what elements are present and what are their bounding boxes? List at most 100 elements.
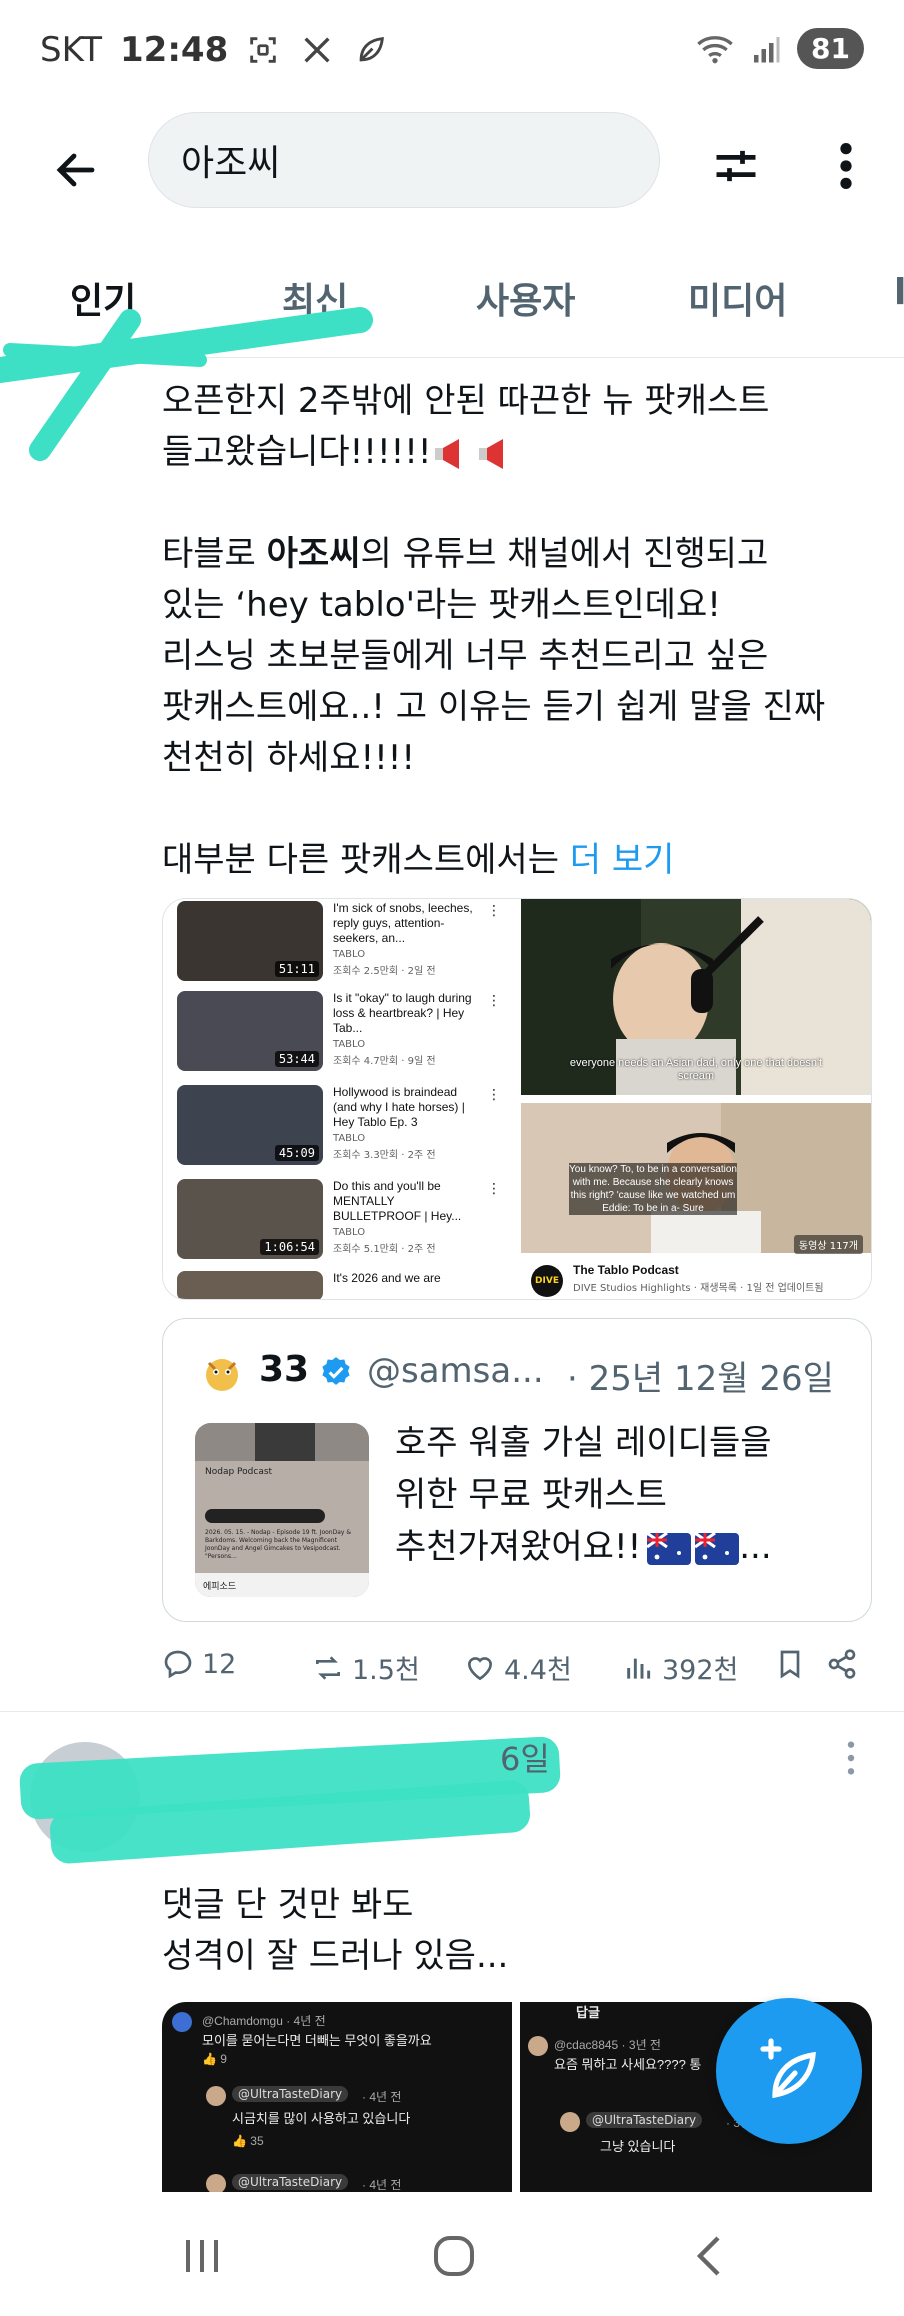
repost-icon <box>316 1655 340 1680</box>
post-1-media-grid[interactable]: 51:11 I'm sick of snobs, leeches, reply … <box>162 898 872 1300</box>
reply-icon <box>164 1650 192 1679</box>
bookmark-button[interactable] <box>774 1648 806 1680</box>
quote-avatar <box>206 1359 238 1391</box>
media-video-still[interactable]: everyone needs an Asian dad, only one th… <box>521 899 871 1099</box>
share-icon <box>828 1649 856 1679</box>
filter-button[interactable] <box>700 130 772 202</box>
comment-likes: 35 <box>250 2134 264 2148</box>
commenter-avatar <box>206 2174 226 2192</box>
post-1-text-pre: 타블로 <box>162 534 267 574</box>
repost-button[interactable]: 1.5천 <box>312 1648 420 1687</box>
australia-flag-emoji-icon <box>694 1531 740 1565</box>
podcast-screenshot-image <box>195 1423 369 1597</box>
post-1[interactable]: 오픈한지 2주밖에 안된 따끈한 뉴 팟캐스트 들고왔습니다!!!!!! 타블로… <box>0 358 904 1712</box>
media-playlist-card[interactable]: You know? To, to be in a conversation wi… <box>521 1103 871 1299</box>
system-nav-bar <box>0 2192 904 2316</box>
video-channel: TABLO <box>333 1227 366 1238</box>
quote-date: · 25년 12월 26일 <box>567 1359 834 1399</box>
video-thumbnail: 1:06:54 <box>177 1179 323 1259</box>
repost-count: 1.5천 <box>352 1655 420 1686</box>
status-left: SKT 12:48 <box>40 30 388 70</box>
comment-like-count: 👍 9 <box>202 2052 227 2066</box>
video-meta: 조회수 3.3만회 · 2주 전 <box>333 1150 436 1161</box>
comment-like-count: 👍 35 <box>232 2134 264 2148</box>
clock: 12:48 <box>120 30 229 70</box>
comment-time: · 4년 전 <box>362 2178 402 2192</box>
quote-thumb-footer: 에피소드 <box>203 1582 237 1592</box>
quote-text: 호주 워홀 가실 레이디들을 위한 무료 팟캐스트 추천가져왔어요!!... <box>395 1417 855 1573</box>
comment-text: 시금치를 많이 사용하고 있습니다 <box>232 2111 411 2126</box>
share-button[interactable] <box>826 1648 858 1680</box>
video-item: 45:09 Hollywood is braindead (and why I … <box>177 1085 507 1171</box>
video-kebab-icon: ⋮ <box>487 903 501 919</box>
comments-screenshot-left: @Chamdomgu · 4년 전 모이를 묻어는다면 더빼는 무엇이 좋을까요… <box>162 2002 512 2192</box>
video-channel: TABLO <box>333 949 366 960</box>
quoted-post[interactable]: 33 @samsa... · 25년 12월 26일 Nodap Podcast… <box>162 1318 872 1622</box>
megaphone-emoji-icon <box>479 438 504 469</box>
views-button[interactable]: 392천 <box>622 1648 738 1687</box>
wifi-icon <box>697 35 733 63</box>
quote-ellipsis: ... <box>739 1527 772 1567</box>
video-item: 53:44 Is it "okay" to laugh during loss … <box>177 991 507 1077</box>
show-more-link[interactable]: 더 보기 <box>570 840 675 880</box>
verified-badge-icon <box>322 1357 350 1385</box>
recent-apps-button[interactable] <box>172 2228 232 2284</box>
video-item: 51:11 I'm sick of snobs, leeches, reply … <box>177 901 507 987</box>
post-2-date: 6일 <box>500 1740 550 1778</box>
video-duration: 45:09 <box>274 1145 319 1161</box>
commenter-avatar <box>560 2112 580 2132</box>
search-input[interactable]: 아조씨 <box>148 112 660 208</box>
video-title: Do this and you'll be MENTALLY BULLETPRO… <box>333 1179 462 1223</box>
video-title: Is it "okay" to laugh during loss & hear… <box>333 991 472 1035</box>
podcast-subtitle: DIVE Studios Highlights · 재생목록 · 1일 전 업데… <box>573 1283 824 1294</box>
bookmark-icon <box>780 1650 800 1679</box>
comment-text: 그냥 있습니다 <box>600 2139 676 2154</box>
podcast-logo: DIVE <box>531 1265 563 1297</box>
playlist-video-count: 동영상 117개 <box>793 1235 863 1254</box>
home-icon <box>434 2236 474 2276</box>
tab-overflow[interactable]: l <box>894 272 904 313</box>
sliders-icon <box>716 150 756 182</box>
video-kebab-icon: ⋮ <box>487 993 501 1009</box>
reply-count: 12 <box>202 1648 237 1680</box>
tab-users[interactable]: 사용자 <box>476 272 575 324</box>
battery-level: 81 <box>797 28 864 69</box>
like-count: 4.4천 <box>504 1655 572 1686</box>
video-title: I'm sick of snobs, leeches, reply guys, … <box>333 901 473 945</box>
back-button[interactable] <box>40 134 112 206</box>
back-nav-button[interactable] <box>680 2228 740 2284</box>
heart-icon <box>467 1656 493 1680</box>
status-bar: SKT 12:48 81 <box>0 0 904 104</box>
commenter-avatar <box>172 2012 192 2032</box>
view-count: 392천 <box>662 1655 739 1686</box>
quote-thumb-title: Nodap Podcast <box>205 1467 273 1477</box>
compose-post-button[interactable] <box>716 1998 862 2144</box>
signal-icon <box>754 36 780 62</box>
comment-handle-pill: @UltraTasteDiary <box>586 2112 703 2128</box>
comment-handle-pill: @UltraTasteDiary <box>232 2174 349 2190</box>
comment-handle-pill: @UltraTasteDiary <box>232 2086 349 2102</box>
video-item: It's 2026 and we are <box>177 1271 507 1299</box>
post-2-more-icon[interactable] <box>836 1738 866 1778</box>
comment-text: 요즘 뭐하고 사세요???? 통 <box>554 2057 702 2072</box>
replies-header: 답글 <box>576 2005 600 2020</box>
quote-media-thumbnail: Nodap Podcast 2026. 05. 15. - Nodap - Ep… <box>195 1423 369 1597</box>
video-thumbnail: 53:44 <box>177 991 323 1071</box>
quote-author-handle: @samsa... <box>367 1351 544 1391</box>
video-duration: 1:06:54 <box>260 1239 319 1255</box>
like-button[interactable]: 4.4천 <box>464 1648 572 1687</box>
comment-time: · 4년 전 <box>362 2090 402 2104</box>
video-duration: 53:44 <box>274 1051 319 1067</box>
more-options-button[interactable] <box>810 130 882 202</box>
quote-thumb-subtitle: 2026. 05. 15. - Nodap - Episode 19 ft. J… <box>205 1529 352 1560</box>
home-button[interactable] <box>424 2228 484 2284</box>
reply-button[interactable]: 12 <box>162 1648 236 1680</box>
comment-handle: @Chamdomgu · 4년 전 <box>202 2014 326 2028</box>
media-youtube-list[interactable]: 51:11 I'm sick of snobs, leeches, reply … <box>163 899 513 1299</box>
commenter-avatar <box>206 2086 226 2106</box>
australia-flag-emoji-icon <box>646 1531 692 1565</box>
video-meta: 조회수 2.5만회 · 2일 전 <box>333 966 436 977</box>
post-1-text-last: 대부분 다른 팟캐스트에서는 <box>162 840 570 880</box>
tab-media[interactable]: 미디어 <box>688 272 787 324</box>
arrow-left-icon <box>56 153 95 187</box>
